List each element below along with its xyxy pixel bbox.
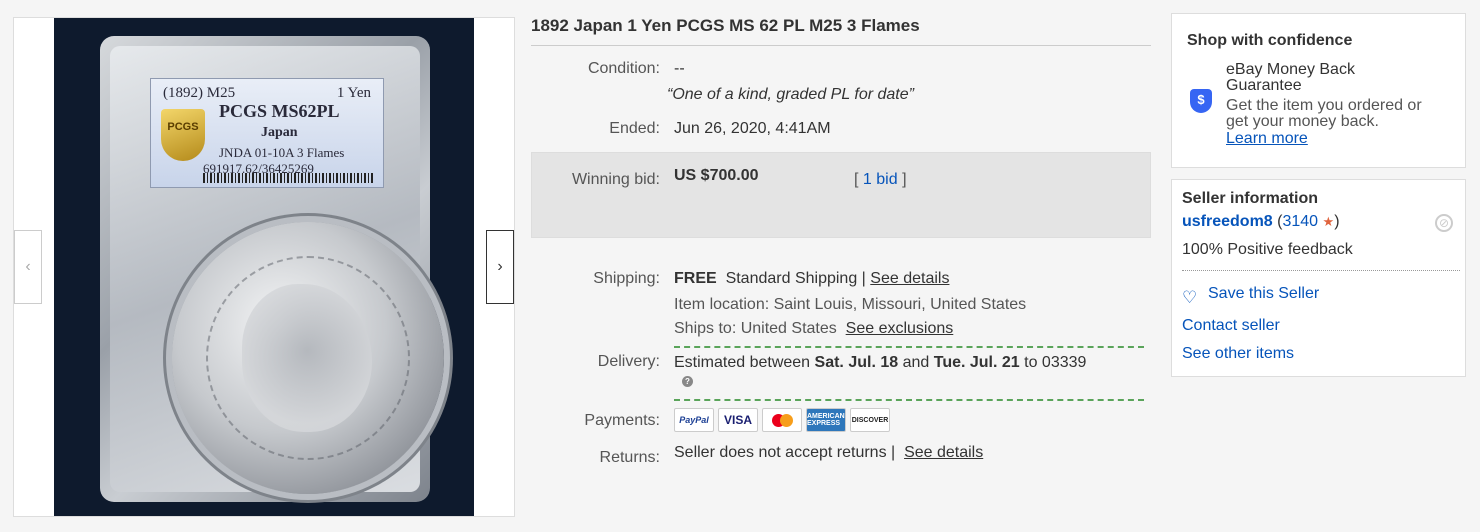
title-divider xyxy=(531,45,1151,46)
pcgs-logo: PCGS xyxy=(161,109,205,161)
delivery-and: and xyxy=(902,354,930,371)
learn-more-link[interactable]: Learn more xyxy=(1226,130,1308,148)
label-grade: PCGS MS62PL xyxy=(219,101,340,121)
seller-name-link[interactable]: usfreedom8 xyxy=(1182,213,1273,230)
shipping-details-link[interactable]: See details xyxy=(870,270,949,287)
delivery-divider-bottom xyxy=(674,399,1144,401)
label-country: Japan xyxy=(261,125,298,140)
bid-bracket-close: ] xyxy=(902,171,907,188)
ended-label: Ended: xyxy=(609,120,660,137)
guarantee-line1: eBay Money Back xyxy=(1226,61,1355,78)
guarantee-line2: Guarantee xyxy=(1226,77,1302,94)
condition-value: -- xyxy=(674,60,685,77)
shipping-value: FREE Standard Shipping | See details xyxy=(674,270,949,288)
returns-value: Seller does not accept returns | See det… xyxy=(674,444,983,462)
payments-label: Payments: xyxy=(584,412,660,429)
feedback-score-link[interactable]: 3140 xyxy=(1282,213,1318,230)
label-denom: 1 Yen xyxy=(336,85,371,101)
visa-icon: VISA xyxy=(718,408,758,432)
money-back-shield-icon: $ xyxy=(1190,89,1212,113)
seller-information-card: Seller information usfreedom8 (3140 ★) ⊘… xyxy=(1171,179,1466,377)
guarantee-desc-line2: get your money back. xyxy=(1226,113,1379,130)
item-title: 1892 Japan 1 Yen PCGS MS 62 PL M25 3 Fla… xyxy=(531,16,920,35)
discover-icon: DISCOVER xyxy=(850,408,890,432)
delivery-value: Estimated between Sat. Jul. 18 and Tue. … xyxy=(674,354,1086,372)
guarantee-desc-line1: Get the item you ordered or xyxy=(1226,97,1422,114)
score-close: ) xyxy=(1334,213,1340,230)
heart-icon[interactable]: ♡ xyxy=(1182,288,1197,308)
contact-seller-link[interactable]: Contact seller xyxy=(1182,317,1280,335)
ships-to: Ships to: United States See exclusions xyxy=(674,320,953,338)
help-icon[interactable]: ? xyxy=(682,376,693,387)
ended-value: Jun 26, 2020, 4:41AM xyxy=(674,120,831,138)
see-other-items-link[interactable]: See other items xyxy=(1182,345,1294,363)
save-seller-link[interactable]: Save this Seller xyxy=(1208,285,1319,303)
coin-slab-holder: (1892) M25 1 Yen PCGS MS62PL Japan JNDA … xyxy=(100,36,444,502)
bid-bracket-open: [ xyxy=(854,171,859,188)
shipping-free: FREE xyxy=(674,270,717,287)
returns-text: Seller does not accept returns | xyxy=(674,444,896,461)
item-location: Item location: Saint Louis, Missouri, Un… xyxy=(674,296,1027,313)
label-year: (1892) M25 xyxy=(163,85,236,101)
returns-label: Returns: xyxy=(599,449,660,466)
see-exclusions-link[interactable]: See exclusions xyxy=(846,320,954,337)
delivery-end: Tue. Jul. 21 xyxy=(933,354,1020,371)
no-entry-icon: ⊘ xyxy=(1435,214,1453,232)
ships-to-text: Ships to: United States xyxy=(674,320,837,337)
winning-bid-price: US $700.00 xyxy=(674,167,759,184)
amex-icon: AMERICAN EXPRESS xyxy=(806,408,846,432)
paypal-icon: PayPal xyxy=(674,408,714,432)
next-image-button[interactable]: › xyxy=(486,230,514,304)
seller-heading: Seller information xyxy=(1182,190,1319,207)
positive-feedback: 100% Positive feedback xyxy=(1182,241,1353,258)
shipping-method: Standard Shipping | xyxy=(725,270,866,287)
coin-image xyxy=(172,222,444,494)
ended-time: , 4:41AM xyxy=(766,120,831,137)
delivery-label: Delivery: xyxy=(597,353,660,370)
mastercard-icon xyxy=(762,408,802,432)
prev-image-button[interactable]: ‹ xyxy=(14,230,42,304)
bid-count: [ 1 bid ] xyxy=(854,171,907,189)
seller-divider xyxy=(1182,270,1460,271)
delivery-zip: to 03339 xyxy=(1024,354,1087,371)
seller-quote: “One of a kind, graded PL for date” xyxy=(667,86,914,103)
bid-panel xyxy=(531,152,1151,238)
confidence-heading: Shop with confidence xyxy=(1187,32,1353,49)
feedback-star-icon: ★ xyxy=(1322,214,1335,229)
shipping-label: Shipping: xyxy=(593,270,660,287)
item-photo[interactable]: (1892) M25 1 Yen PCGS MS62PL Japan JNDA … xyxy=(54,18,474,516)
guarantee-desc: Get the item you ordered or get your mone… xyxy=(1226,98,1422,130)
grading-label: (1892) M25 1 Yen PCGS MS62PL Japan JNDA … xyxy=(150,78,384,188)
delivery-divider-top xyxy=(674,346,1144,348)
image-gallery: (1892) M25 1 Yen PCGS MS62PL Japan JNDA … xyxy=(13,17,515,517)
bid-history-link[interactable]: 1 bid xyxy=(863,171,898,188)
delivery-start: Sat. Jul. 18 xyxy=(814,354,899,371)
guarantee-title: eBay Money Back Guarantee xyxy=(1226,62,1355,94)
shop-with-confidence-card: Shop with confidence $ eBay Money Back Gu… xyxy=(1171,13,1466,168)
condition-label: Condition: xyxy=(587,60,660,77)
chevron-right-icon: › xyxy=(497,258,503,275)
label-variety: JNDA 01-10A 3 Flames xyxy=(219,145,345,160)
seller-identity: usfreedom8 (3140 ★) xyxy=(1182,213,1340,231)
winning-bid-label: Winning bid: xyxy=(571,171,660,188)
pcgs-logo-text: PCGS xyxy=(167,121,199,133)
chevron-left-icon: ‹ xyxy=(25,258,31,275)
ended-date: Jun 26, 2020 xyxy=(674,120,767,137)
returns-details-link[interactable]: See details xyxy=(904,444,983,461)
barcode xyxy=(203,173,373,183)
delivery-prefix: Estimated between xyxy=(674,354,811,371)
